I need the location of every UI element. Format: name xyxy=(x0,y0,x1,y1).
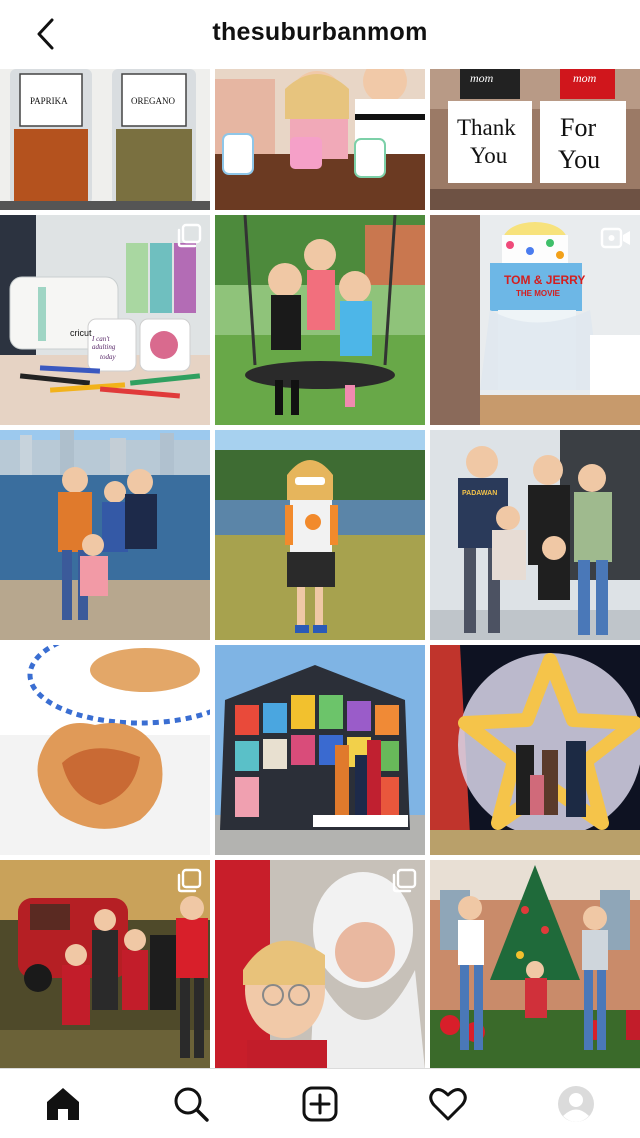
cake-text-the-movie: THE MOVIE xyxy=(516,289,561,298)
tab-home[interactable] xyxy=(40,1081,86,1127)
post-santa-photo[interactable] xyxy=(215,860,425,1070)
mug-text-today: today xyxy=(100,353,116,361)
post-christmas-tree-garden[interactable] xyxy=(430,860,640,1070)
home-icon xyxy=(47,1088,79,1120)
video-icon xyxy=(600,227,630,249)
search-icon xyxy=(174,1087,209,1122)
post-pastry-cups[interactable] xyxy=(0,645,210,855)
post-thank-you-mugs[interactable]: mom mom Thank You For You xyxy=(430,69,640,210)
post-family-star-wars-shirts[interactable]: PADAWAN xyxy=(430,430,640,640)
tab-profile[interactable] xyxy=(553,1081,599,1127)
post-spice-jars[interactable]: PAPRIKA OREGANO xyxy=(0,69,210,210)
multi-photo-icon xyxy=(177,223,202,248)
post-girls-on-swing[interactable] xyxy=(215,215,425,425)
profile-avatar-icon xyxy=(558,1086,594,1122)
post-star-light-display[interactable] xyxy=(430,645,640,855)
bottom-tab-bar xyxy=(0,1068,640,1138)
girls-on-swing-image xyxy=(215,215,425,425)
add-post-icon xyxy=(302,1086,338,1122)
jar-label-paprika: PAPRIKA xyxy=(30,96,68,106)
pastry-cups-image xyxy=(0,645,210,855)
shirt-text-padawan: PADAWAN xyxy=(462,490,498,497)
card-text-thank: Thank xyxy=(457,115,516,140)
girls-with-toys-image xyxy=(215,69,425,210)
press-brand-text: cricut xyxy=(70,328,92,338)
post-cricut-mug-press[interactable]: cricut I can't adulting today xyxy=(0,215,210,425)
post-family-by-lake[interactable] xyxy=(0,430,210,640)
post-stained-glass-house[interactable] xyxy=(215,645,425,855)
card-text-you-1: You xyxy=(470,143,508,168)
jar-label-oregano: OREGANO xyxy=(131,96,175,106)
post-girl-in-sunglasses[interactable] xyxy=(215,430,425,640)
family-by-lake-image xyxy=(0,430,210,640)
multi-photo-icon xyxy=(392,868,417,893)
tab-activity[interactable] xyxy=(425,1081,471,1127)
top-nav-bar: thesuburbanmom xyxy=(0,0,640,68)
multi-photo-icon xyxy=(177,868,202,893)
star-light-display-image xyxy=(430,645,640,855)
girl-in-sunglasses-image xyxy=(215,430,425,640)
stained-glass-house-image xyxy=(215,645,425,855)
mug-text-mom-right: mom xyxy=(573,71,597,85)
post-tom-and-jerry-cake[interactable]: TOM & JERRY THE MOVIE xyxy=(430,215,640,425)
card-text-you-2: You xyxy=(558,145,601,174)
tab-search[interactable] xyxy=(168,1081,214,1127)
cake-text-tom-jerry: TOM & JERRY xyxy=(504,273,586,287)
mug-text-mom-left: mom xyxy=(470,71,494,85)
post-family-red-truck[interactable] xyxy=(0,860,210,1070)
spice-jars-image xyxy=(0,69,210,210)
tab-new-post[interactable] xyxy=(297,1081,343,1127)
post-girls-with-cake-toys[interactable] xyxy=(215,69,425,210)
card-text-for: For xyxy=(560,113,597,142)
christmas-tree-garden-image xyxy=(430,860,640,1070)
profile-username-title: thesuburbanmom xyxy=(212,18,428,46)
mug-text-adulting: I can't adulting xyxy=(92,335,116,351)
activity-heart-icon xyxy=(429,1088,467,1121)
family-star-wars-image xyxy=(430,430,640,640)
